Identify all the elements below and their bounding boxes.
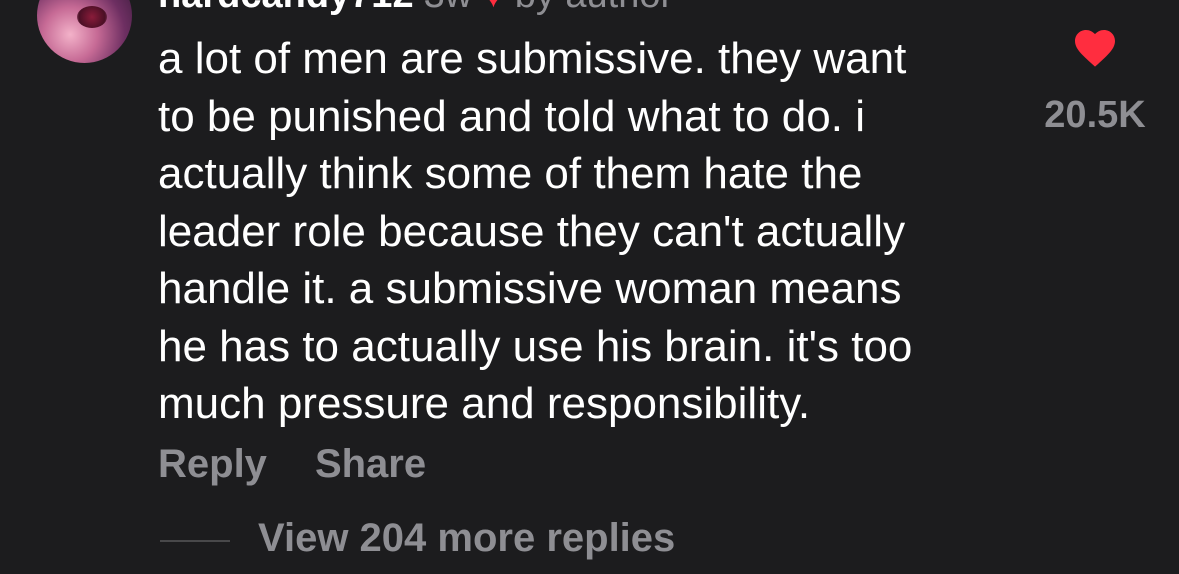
comment-text-line: much pressure and responsibility.	[158, 379, 811, 428]
view-more-replies-label: View 204 more replies	[258, 516, 676, 560]
replies-divider	[160, 540, 230, 542]
comment-text-line: actually think some of them hate the	[158, 149, 863, 198]
comment-text-line: to be punished and told what to do. i	[158, 91, 865, 141]
comment-text-line: handle it. a submissive woman means	[158, 264, 902, 313]
author-tag: by author	[515, 0, 673, 16]
comment-text-line: he has to actually use his brain. it's t…	[158, 321, 913, 371]
comment-actions: Reply Share	[158, 442, 426, 487]
comment-meta: hardcandy712 3w ♥ by author	[158, 0, 673, 16]
heart-icon[interactable]	[1070, 24, 1120, 68]
username[interactable]: hardcandy712	[158, 0, 414, 16]
comment-time: 3w	[424, 0, 473, 16]
comment-text-line: leader role because they can't actually	[158, 206, 906, 256]
like-control: 20.5K	[1030, 24, 1160, 137]
comment-text: a lot of men are submissive. they want t…	[158, 30, 1018, 433]
author-liked-heart-icon: ♥	[482, 0, 505, 16]
share-button[interactable]: Share	[315, 442, 426, 487]
like-count: 20.5K	[1044, 94, 1146, 136]
comment-text-line: a lot of men are submissive. they want	[158, 34, 907, 83]
user-avatar[interactable]	[37, 0, 132, 63]
reply-button[interactable]: Reply	[158, 442, 267, 487]
comment: hardcandy712 3w ♥ by author a lot of men ar…	[0, 0, 1179, 574]
